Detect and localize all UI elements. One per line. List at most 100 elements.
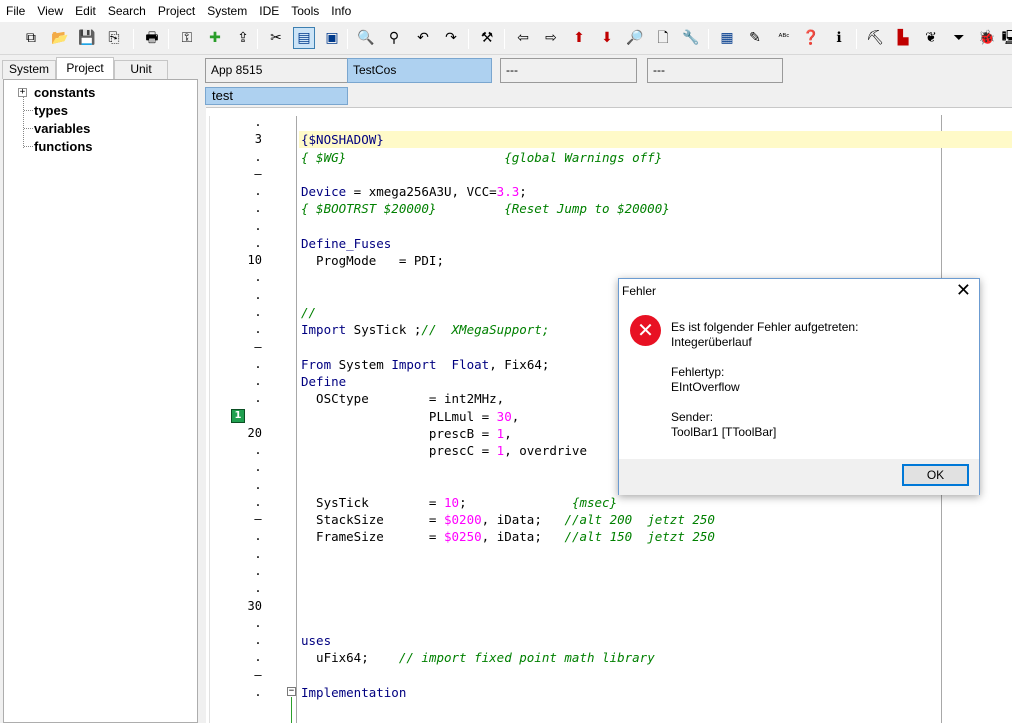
menu-system[interactable]: System xyxy=(201,0,253,22)
code-line[interactable]: prescB = 1, xyxy=(301,425,512,442)
line-marker: . xyxy=(254,529,262,544)
toolbar-separator xyxy=(468,29,469,49)
line-number: 3 xyxy=(254,132,262,147)
code-token: Define_Fuses xyxy=(301,235,392,251)
error-icon: ✕ xyxy=(630,315,661,346)
code-line[interactable]: StackSize = $0200, iData; //alt 200 jetz… xyxy=(301,511,715,528)
close-icon[interactable]: ✕ xyxy=(956,281,971,301)
block-mode-icon[interactable]: ▣ xyxy=(321,27,343,49)
line-marker: . xyxy=(254,443,262,458)
menu-ide[interactable]: IDE xyxy=(253,0,285,22)
hammer-icon[interactable]: ⚒ xyxy=(476,27,498,49)
code-token: //alt 200 jetzt 250 xyxy=(564,512,715,528)
dialog-message-line2: Integerüberlauf xyxy=(671,335,752,349)
cut-icon[interactable]: ✂ xyxy=(265,27,287,49)
tree-node-types[interactable]: types xyxy=(34,103,68,119)
menu-info[interactable]: Info xyxy=(325,0,357,22)
line-marker: . xyxy=(254,218,262,233)
code-line[interactable]: Implementation xyxy=(301,684,406,701)
tab-project[interactable]: Project xyxy=(56,57,114,79)
folder-up-icon[interactable]: ⇪ xyxy=(232,27,254,49)
line-marker: – xyxy=(254,512,262,527)
menu-search[interactable]: Search xyxy=(102,0,152,22)
menu-file[interactable]: File xyxy=(0,0,31,22)
copy-project-icon[interactable]: ⧉ xyxy=(20,27,42,49)
fold-collapse-icon[interactable]: − xyxy=(287,687,296,696)
line-marker: . xyxy=(254,356,262,371)
tools-icon[interactable]: 🔧 xyxy=(680,27,702,49)
tab-system[interactable]: System xyxy=(2,60,56,79)
code-line[interactable]: Define_Fuses xyxy=(301,235,391,252)
code-token: OSCtype = int2MHz, xyxy=(301,391,505,407)
editor-tab-testcos[interactable]: TestCos xyxy=(347,58,492,83)
tree-line xyxy=(24,128,33,129)
tree-node-functions[interactable]: functions xyxy=(34,139,93,155)
line-marker: . xyxy=(254,270,262,285)
code-line[interactable]: Import SysTick ;// XMegaSupport; xyxy=(301,321,549,338)
pencil-icon[interactable]: ✎ xyxy=(744,27,766,49)
tree-line xyxy=(24,110,33,111)
menu-tools[interactable]: Tools xyxy=(285,0,325,22)
bookmark-icon[interactable]: 1 xyxy=(231,409,245,423)
code-line[interactable]: uses xyxy=(301,632,331,649)
document-icon[interactable]: 🗋 xyxy=(652,27,674,49)
code-line[interactable]: prescC = 1, overdrive xyxy=(301,442,587,459)
calculator-icon[interactable]: ▦ xyxy=(716,27,738,49)
arrow-down-red-icon[interactable]: ⬇ xyxy=(596,27,618,49)
undo-icon[interactable]: ↶ xyxy=(412,27,434,49)
print-icon[interactable]: 🖶 xyxy=(141,27,163,49)
editor-subtab-test[interactable]: test xyxy=(205,87,348,105)
code-line[interactable]: Define xyxy=(301,373,346,390)
editor-tab-empty-2[interactable]: --- xyxy=(647,58,783,83)
line-marker: . xyxy=(254,201,262,216)
code-line[interactable]: SysTick = 10; {msec} xyxy=(301,494,617,511)
code-line[interactable]: Device = xmega256A3U, VCC=3.3; xyxy=(301,183,527,200)
tab-unit[interactable]: Unit xyxy=(114,60,168,79)
arrow-left-icon[interactable]: ⇦ xyxy=(512,27,534,49)
code-line[interactable]: { $BOOTRST $20000} {Reset Jump to $20000… xyxy=(301,200,670,217)
funnel-icon[interactable]: ⏷ xyxy=(948,27,970,49)
editor-tab-empty-1[interactable]: --- xyxy=(500,58,637,83)
arrow-right-icon[interactable]: ⇨ xyxy=(540,27,562,49)
code-token: SysTick ; xyxy=(346,322,422,338)
tree-node-variables[interactable]: variables xyxy=(34,121,90,137)
code-line[interactable]: FrameSize = $0250, iData; //alt 150 jetz… xyxy=(301,528,715,545)
pickaxe-icon[interactable]: ⛏ xyxy=(864,27,886,49)
find-icon[interactable]: 🔍 xyxy=(355,27,377,49)
code-token: SysTick = xyxy=(301,494,444,510)
info-icon[interactable]: ℹ xyxy=(828,27,850,49)
preview-icon[interactable]: 🔎 xyxy=(624,27,646,49)
arrow-up-red-icon[interactable]: ⬆ xyxy=(568,27,590,49)
code-line[interactable]: { $WG} {global Warnings off} xyxy=(301,149,662,166)
bricks-icon[interactable]: ▙ xyxy=(892,27,914,49)
code-line[interactable]: // xyxy=(301,304,316,321)
bug-icon[interactable]: 🐞 xyxy=(976,27,998,49)
add-folder-icon[interactable]: ✚ xyxy=(204,27,226,49)
expand-icon[interactable]: + xyxy=(18,88,27,97)
code-line[interactable]: ProgMode = PDI; xyxy=(301,252,444,269)
code-token: // import fixed point math library xyxy=(398,650,655,666)
code-line[interactable]: From System Import Float, Fix64; xyxy=(301,356,549,373)
column-mode-icon[interactable]: ▤ xyxy=(293,27,315,49)
key-icon[interactable]: ⚿ xyxy=(176,27,198,49)
code-line[interactable]: uFix64; // import fixed point math libra… xyxy=(301,649,655,666)
code-line[interactable]: OSCtype = int2MHz, xyxy=(301,390,504,407)
terminal-icon[interactable]: 🖳 xyxy=(1000,27,1012,49)
menu-view[interactable]: View xyxy=(31,0,69,22)
open-folder-icon[interactable]: 📂 xyxy=(49,27,71,49)
code-line[interactable]: {$NOSHADOW} xyxy=(301,131,384,148)
help-pointer-icon[interactable]: ❓ xyxy=(800,27,822,49)
save-all-icon[interactable]: ⎘ xyxy=(103,27,125,49)
menu-project[interactable]: Project xyxy=(152,0,201,22)
replace-icon[interactable]: ⚲ xyxy=(383,27,405,49)
save-icon[interactable]: 💾 xyxy=(76,27,98,49)
ok-button[interactable]: OK xyxy=(902,464,969,486)
editor-tab-app8515[interactable]: App 8515 xyxy=(205,58,350,83)
redo-icon[interactable]: ↷ xyxy=(440,27,462,49)
code-line[interactable]: PLLmul = 30, xyxy=(301,408,519,425)
spellcheck-icon[interactable]: ᴬᴮᶜ xyxy=(773,27,795,49)
tree-node-constants[interactable]: constants xyxy=(34,85,95,101)
menu-edit[interactable]: Edit xyxy=(69,0,102,22)
tree-icon[interactable]: ❦ xyxy=(920,27,942,49)
code-token: System xyxy=(331,356,392,372)
